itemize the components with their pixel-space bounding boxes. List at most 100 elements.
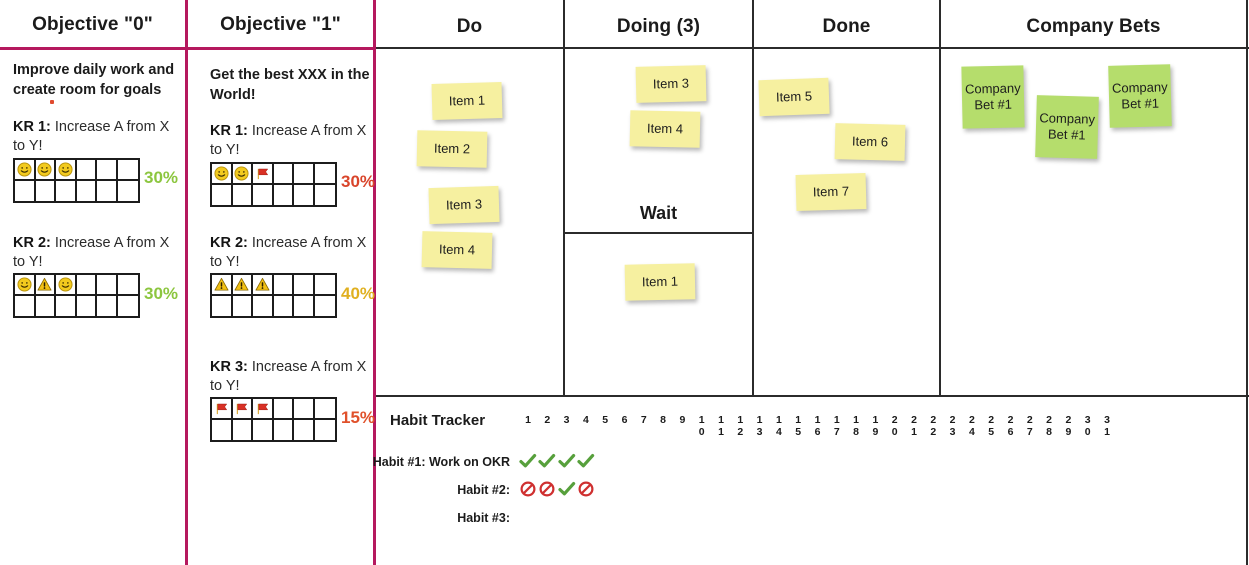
kr-cell-empty[interactable]: [15, 295, 36, 316]
kr-cell-empty[interactable]: [253, 184, 274, 205]
habit-check-icon[interactable]: [576, 453, 596, 469]
kr-cell-empty[interactable]: [273, 164, 294, 185]
kanban-note-done-1[interactable]: Item 5: [758, 77, 830, 117]
kr-cell-empty[interactable]: [233, 295, 253, 316]
habit-blocked-icon[interactable]: [537, 481, 557, 497]
kr-cell-empty[interactable]: [212, 184, 233, 205]
kr-cell-empty[interactable]: [15, 180, 36, 201]
habit-day-header-22: 22: [930, 414, 937, 439]
red-flag-icon[interactable]: [212, 399, 233, 420]
kr-cell-empty[interactable]: [294, 164, 315, 185]
kr-cell-empty[interactable]: [97, 160, 118, 181]
warning-triangle-icon[interactable]: [212, 275, 233, 296]
kr-cell-empty[interactable]: [253, 419, 274, 440]
kanban-note-done-2[interactable]: Item 6: [834, 123, 906, 161]
kanban-note-bet-2[interactable]: Company Bet #1: [1035, 95, 1099, 159]
kr-cell-empty[interactable]: [314, 164, 335, 185]
kr-cell-empty[interactable]: [294, 184, 315, 205]
kr-cell-empty[interactable]: [76, 275, 97, 296]
smiley-face-icon[interactable]: [232, 164, 253, 185]
divider-doing-done: [752, 0, 754, 396]
habit-day-header-10: 10: [698, 414, 705, 439]
kr-cell-empty[interactable]: [274, 419, 294, 440]
habit-day-header-3: 3: [563, 414, 570, 426]
objective-0-kr-2-progress-grid[interactable]: [13, 273, 140, 318]
kanban-note-done-3[interactable]: Item 7: [795, 173, 867, 211]
habit-check-icon[interactable]: [557, 481, 577, 497]
kr-cell-empty[interactable]: [77, 180, 97, 201]
kanban-note-wait-1[interactable]: Item 1: [624, 263, 696, 301]
red-flag-icon[interactable]: [253, 399, 274, 420]
kr-cell-empty[interactable]: [314, 399, 335, 420]
kanban-note-bet-3[interactable]: Company Bet #1: [1108, 64, 1172, 128]
habit-day-header-26: 26: [1007, 414, 1014, 439]
smiley-face-icon[interactable]: [15, 160, 36, 181]
smiley-face-icon[interactable]: [56, 275, 77, 296]
habit-blocked-icon[interactable]: [518, 481, 538, 497]
smiley-face-icon[interactable]: [56, 160, 77, 181]
smiley-face-icon[interactable]: [212, 164, 233, 185]
objective-1-kr-3-label: KR 3:: [210, 359, 248, 375]
kr-cell-empty[interactable]: [36, 180, 56, 201]
kr-cell-empty[interactable]: [117, 275, 138, 296]
warning-triangle-icon[interactable]: [232, 275, 253, 296]
kr-cell-empty[interactable]: [274, 295, 294, 316]
red-flag-icon[interactable]: [232, 399, 253, 420]
habit-row-label-2: Habit #2:: [457, 483, 510, 497]
kanban-note-do-3[interactable]: Item 3: [428, 185, 500, 225]
kr-cell-empty[interactable]: [273, 275, 294, 296]
habit-day-header-27: 27: [1026, 414, 1033, 439]
objective-1-kr-3-progress-grid[interactable]: [210, 397, 337, 442]
kr-cell-empty[interactable]: [97, 275, 118, 296]
kr-cell-empty[interactable]: [118, 296, 139, 317]
kanban-note-doing-1[interactable]: Item 3: [635, 65, 707, 103]
kr-cell-empty[interactable]: [294, 419, 315, 440]
objective-0-kr-1-progress-grid[interactable]: [13, 158, 140, 203]
kr-cell-empty[interactable]: [315, 420, 336, 441]
kr-cell-empty[interactable]: [314, 275, 335, 296]
kr-cell-empty[interactable]: [274, 184, 294, 205]
habit-blocked-icon[interactable]: [576, 481, 596, 497]
kr-cell-empty[interactable]: [233, 184, 253, 205]
kanban-note-do-2[interactable]: Item 2: [416, 130, 488, 168]
kr-cell-empty[interactable]: [294, 295, 315, 316]
habit-check-icon[interactable]: [537, 453, 557, 469]
kr-cell-empty[interactable]: [97, 180, 118, 201]
kr-cell-empty[interactable]: [233, 419, 253, 440]
habit-check-icon[interactable]: [557, 453, 577, 469]
kanban-column-title-done: Done: [822, 16, 871, 37]
objective-1-kr-1-progress-grid[interactable]: [210, 162, 337, 207]
kr-cell-empty[interactable]: [56, 295, 77, 316]
kr-cell-empty[interactable]: [294, 399, 315, 420]
habit-day-header-24: 24: [968, 414, 975, 439]
smiley-face-icon[interactable]: [15, 275, 36, 296]
kr-cell-empty[interactable]: [294, 275, 315, 296]
smiley-face-icon[interactable]: [35, 160, 56, 181]
kanban-note-doing-2[interactable]: Item 4: [629, 110, 701, 148]
kr-cell-empty[interactable]: [77, 295, 97, 316]
objective-1-kr-2-percent: 40%: [341, 284, 376, 303]
objective-1-kr-2-progress-grid[interactable]: [210, 273, 337, 318]
kr-cell-empty[interactable]: [315, 185, 336, 206]
habit-day-header-6: 6: [621, 414, 628, 426]
habit-day-header-5: 5: [602, 414, 609, 426]
kr-cell-empty[interactable]: [212, 419, 233, 440]
warning-triangle-icon[interactable]: [35, 275, 56, 296]
habit-check-icon[interactable]: [518, 453, 538, 469]
kr-cell-empty[interactable]: [315, 296, 336, 317]
kanban-note-do-1[interactable]: Item 1: [431, 82, 503, 120]
kr-cell-empty[interactable]: [253, 295, 274, 316]
kr-cell-empty[interactable]: [56, 180, 77, 201]
kr-cell-empty[interactable]: [76, 160, 97, 181]
kr-cell-empty[interactable]: [118, 181, 139, 202]
red-flag-icon[interactable]: [253, 164, 274, 185]
warning-triangle-icon[interactable]: [253, 275, 274, 296]
kr-cell-empty[interactable]: [212, 295, 233, 316]
kr-cell-empty[interactable]: [36, 295, 56, 316]
objective-0-kr-2-percent: 30%: [144, 284, 179, 303]
kanban-note-do-4[interactable]: Item 4: [421, 231, 493, 269]
kr-cell-empty[interactable]: [97, 295, 118, 316]
kanban-note-bet-1[interactable]: Company Bet #1: [961, 65, 1025, 129]
kr-cell-empty[interactable]: [273, 399, 294, 420]
kr-cell-empty[interactable]: [117, 160, 138, 181]
